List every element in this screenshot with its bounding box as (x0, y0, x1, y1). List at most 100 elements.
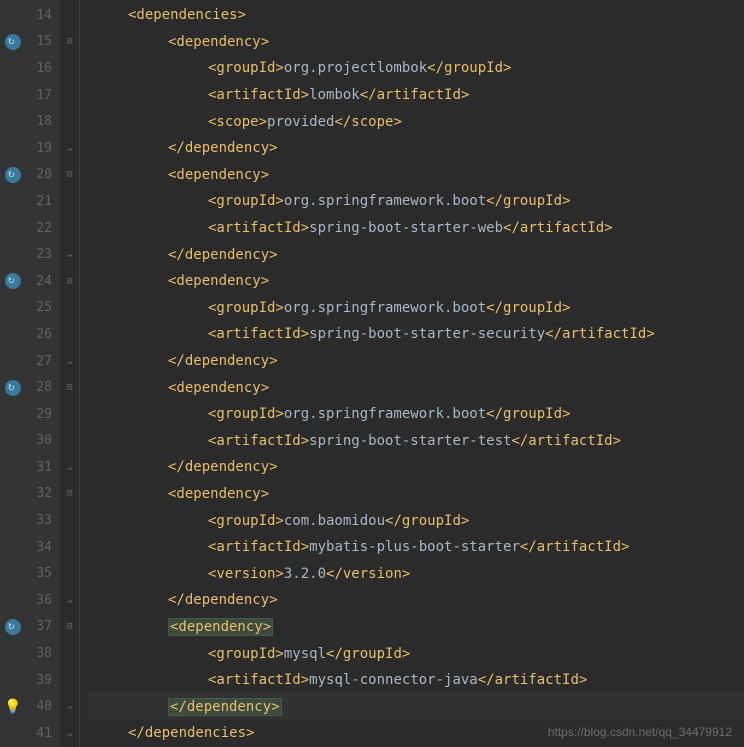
gutter-row[interactable]: 21 (0, 188, 60, 215)
gutter-row[interactable]: 16 (0, 55, 60, 82)
refresh-icon[interactable] (4, 379, 22, 397)
fold-row[interactable]: ⌐ (60, 720, 79, 747)
fold-open-icon[interactable]: ⊟ (65, 489, 74, 498)
fold-row[interactable] (60, 108, 79, 135)
fold-row[interactable]: ⊟ (60, 162, 79, 189)
refresh-icon[interactable] (4, 272, 22, 290)
fold-row[interactable]: ⊟ (60, 614, 79, 641)
fold-row[interactable]: ⌐ (60, 693, 79, 720)
gutter-row[interactable]: 33 (0, 507, 60, 534)
code-line[interactable]: </dependency> (88, 348, 744, 375)
fold-row[interactable] (60, 215, 79, 242)
fold-row[interactable]: ⌐ (60, 348, 79, 375)
code-line[interactable]: </dependency> (88, 454, 744, 481)
fold-row[interactable]: ⌐ (60, 587, 79, 614)
fold-row[interactable] (60, 560, 79, 587)
code-line[interactable]: <dependencies> (88, 2, 744, 29)
fold-row[interactable]: ⌐ (60, 135, 79, 162)
gutter-row[interactable]: 27 (0, 348, 60, 375)
fold-row[interactable] (60, 507, 79, 534)
refresh-icon[interactable] (4, 618, 22, 636)
fold-row[interactable] (60, 295, 79, 322)
fold-row[interactable] (60, 55, 79, 82)
gutter-row[interactable]: 29 (0, 401, 60, 428)
xml-tag: </scope> (334, 114, 401, 130)
code-line[interactable]: <dependency> (88, 29, 744, 56)
gutter-row[interactable]: 30 (0, 428, 60, 455)
line-number: 36 (36, 593, 52, 608)
code-line[interactable]: </dependency> (88, 241, 744, 268)
code-line[interactable]: <groupId>org.springframework.boot</group… (88, 401, 744, 428)
gutter-row[interactable]: 20 (0, 162, 60, 189)
gutter-row[interactable]: 31 (0, 454, 60, 481)
refresh-icon[interactable] (4, 33, 22, 51)
code-line[interactable]: <dependency> (88, 162, 744, 189)
gutter-row[interactable]: 23 (0, 241, 60, 268)
fold-row[interactable]: ⊟ (60, 268, 79, 295)
fold-row[interactable]: ⌐ (60, 454, 79, 481)
code-line[interactable]: <artifactId>spring-boot-starter-security… (88, 321, 744, 348)
bulb-icon[interactable]: 💡 (4, 698, 22, 716)
code-line[interactable]: <artifactId>mybatis-plus-boot-starter</a… (88, 534, 744, 561)
gutter-row[interactable]: 26 (0, 321, 60, 348)
code-line[interactable]: <artifactId>mysql-connector-java</artifa… (88, 667, 744, 694)
fold-open-icon[interactable]: ⊟ (65, 37, 74, 46)
gutter-row[interactable]: 17 (0, 82, 60, 109)
code-line[interactable]: <groupId>org.springframework.boot</group… (88, 295, 744, 322)
code-line[interactable]: <dependency> (88, 481, 744, 508)
gutter-row[interactable]: 💡40 (0, 693, 60, 720)
gutter-row[interactable]: 39 (0, 667, 60, 694)
fold-row[interactable]: ⊟ (60, 29, 79, 56)
refresh-icon[interactable] (4, 166, 22, 184)
code-line[interactable]: <groupId>org.springframework.boot</group… (88, 188, 744, 215)
code-line[interactable]: <version>3.2.0</version> (88, 560, 744, 587)
fold-row[interactable] (60, 82, 79, 109)
fold-row[interactable] (60, 640, 79, 667)
gutter-row[interactable]: 24 (0, 268, 60, 295)
code-line[interactable]: <scope>provided</scope> (88, 108, 744, 135)
fold-row[interactable] (60, 401, 79, 428)
fold-row[interactable]: ⊟ (60, 481, 79, 508)
code-line[interactable]: <groupId>mysql</groupId> (88, 640, 744, 667)
gutter-row[interactable]: 34 (0, 534, 60, 561)
code-line[interactable]: <dependency> (88, 374, 744, 401)
code-line[interactable]: <artifactId>spring-boot-starter-web</art… (88, 215, 744, 242)
code-line[interactable]: <dependency> (88, 268, 744, 295)
code-line[interactable]: <artifactId>spring-boot-starter-test</ar… (88, 428, 744, 455)
fold-open-icon[interactable]: ⊟ (65, 622, 74, 631)
gutter-row[interactable]: 32 (0, 481, 60, 508)
gutter-row[interactable]: 15 (0, 29, 60, 56)
fold-row[interactable] (60, 428, 79, 455)
fold-row[interactable]: ⌐ (60, 241, 79, 268)
fold-row[interactable] (60, 188, 79, 215)
code-line[interactable]: </dependency> (88, 587, 744, 614)
gutter-row[interactable]: 18 (0, 108, 60, 135)
gutter-row[interactable]: 25 (0, 295, 60, 322)
gutter-row[interactable]: 38 (0, 640, 60, 667)
code-line[interactable]: <groupId>org.projectlombok</groupId> (88, 55, 744, 82)
fold-row[interactable] (60, 2, 79, 29)
fold-open-icon[interactable]: ⊟ (65, 383, 74, 392)
fold-row[interactable]: ⊟ (60, 374, 79, 401)
gutter-row[interactable]: 14 (0, 2, 60, 29)
code-line[interactable]: </dependency> (88, 693, 744, 720)
gutter-row[interactable]: 37 (0, 614, 60, 641)
gutter-row[interactable]: 35 (0, 560, 60, 587)
fold-row[interactable] (60, 667, 79, 694)
fold-open-icon[interactable]: ⊟ (65, 170, 74, 179)
gutter-row[interactable]: 36 (0, 587, 60, 614)
gutter-row[interactable]: 41 (0, 720, 60, 747)
code-line[interactable]: <dependency> (88, 614, 744, 641)
fold-row[interactable] (60, 321, 79, 348)
fold-column[interactable]: ⊟⌐⊟⌐⊟⌐⊟⌐⊟⌐⊟⌐⌐ (60, 0, 80, 747)
fold-open-icon[interactable]: ⊟ (65, 277, 74, 286)
code-line[interactable]: <artifactId>lombok</artifactId> (88, 82, 744, 109)
code-editor[interactable]: 1415161718192021222324252627282930313233… (0, 0, 744, 747)
gutter-row[interactable]: 19 (0, 135, 60, 162)
gutter-row[interactable]: 28 (0, 374, 60, 401)
fold-row[interactable] (60, 534, 79, 561)
code-line[interactable]: <groupId>com.baomidou</groupId> (88, 507, 744, 534)
code-line[interactable]: </dependency> (88, 135, 744, 162)
code-area[interactable]: <dependencies><dependency><groupId>org.p… (80, 0, 744, 747)
gutter-row[interactable]: 22 (0, 215, 60, 242)
